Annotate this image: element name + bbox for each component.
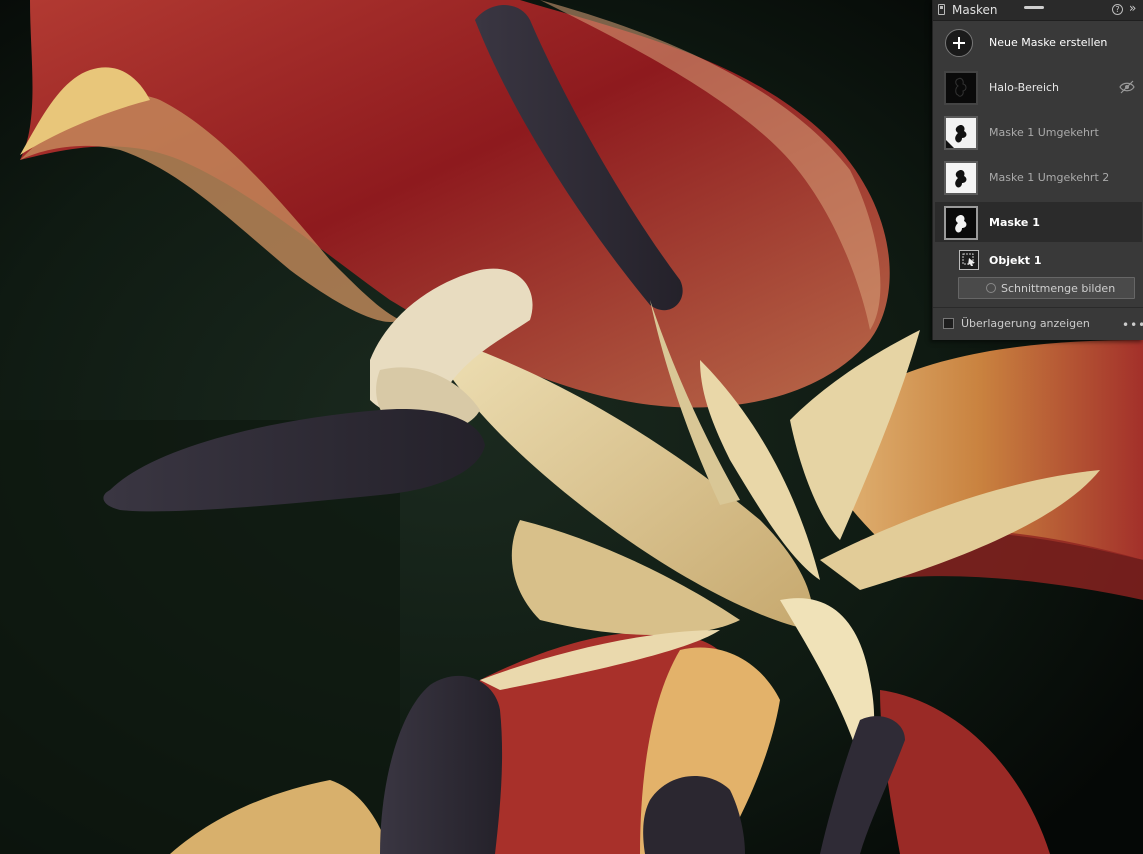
panel-titlebar[interactable]: Masken ? » xyxy=(933,0,1143,21)
mask-item-inverted-2[interactable]: Maske 1 Umgekehrt 2 xyxy=(933,157,1143,199)
mask-thumbnail xyxy=(944,161,978,195)
intersect-icon xyxy=(986,283,996,293)
object-icon xyxy=(959,250,979,270)
mask-label: Maske 1 Umgekehrt 2 xyxy=(989,171,1110,184)
mask-item-halo[interactable]: Halo-Bereich xyxy=(933,67,1143,109)
expand-icon[interactable]: » xyxy=(1129,1,1136,15)
help-icon[interactable]: ? xyxy=(1112,4,1123,15)
mask-component-object-1[interactable]: Objekt 1 xyxy=(933,247,1143,273)
mask-label: Halo-Bereich xyxy=(989,81,1060,94)
mask-thumbnail xyxy=(944,71,978,105)
panel-title: Masken xyxy=(952,3,998,17)
new-mask-button[interactable]: Neue Maske erstellen xyxy=(933,22,1143,64)
masks-panel: Masken ? » Neue Maske erstellen Halo-Ber… xyxy=(932,0,1143,340)
mask-item-mask-1[interactable]: Maske 1 xyxy=(933,202,1143,244)
panel-divider xyxy=(933,307,1143,308)
more-icon[interactable]: ••• xyxy=(1122,318,1143,332)
add-icon xyxy=(945,29,973,57)
overlay-checkbox[interactable] xyxy=(943,318,954,329)
mask-thumbnail xyxy=(944,116,978,150)
overlay-checkbox-label[interactable]: Überlagerung anzeigen xyxy=(961,317,1090,330)
panel-drag-handle[interactable] xyxy=(1024,6,1044,9)
new-mask-label: Neue Maske erstellen xyxy=(989,36,1108,49)
mask-thumbnail xyxy=(944,206,978,240)
panel-icon xyxy=(938,4,945,15)
mask-item-inverted-1[interactable]: Maske 1 Umgekehrt xyxy=(933,112,1143,154)
component-label: Objekt 1 xyxy=(989,254,1042,267)
mask-label: Maske 1 Umgekehrt xyxy=(989,126,1099,139)
intersect-button[interactable]: Schnittmenge bilden xyxy=(958,277,1135,299)
mask-label: Maske 1 xyxy=(989,216,1040,229)
eye-hidden-icon[interactable] xyxy=(1119,80,1135,94)
intersect-button-label: Schnittmenge bilden xyxy=(1001,282,1116,295)
